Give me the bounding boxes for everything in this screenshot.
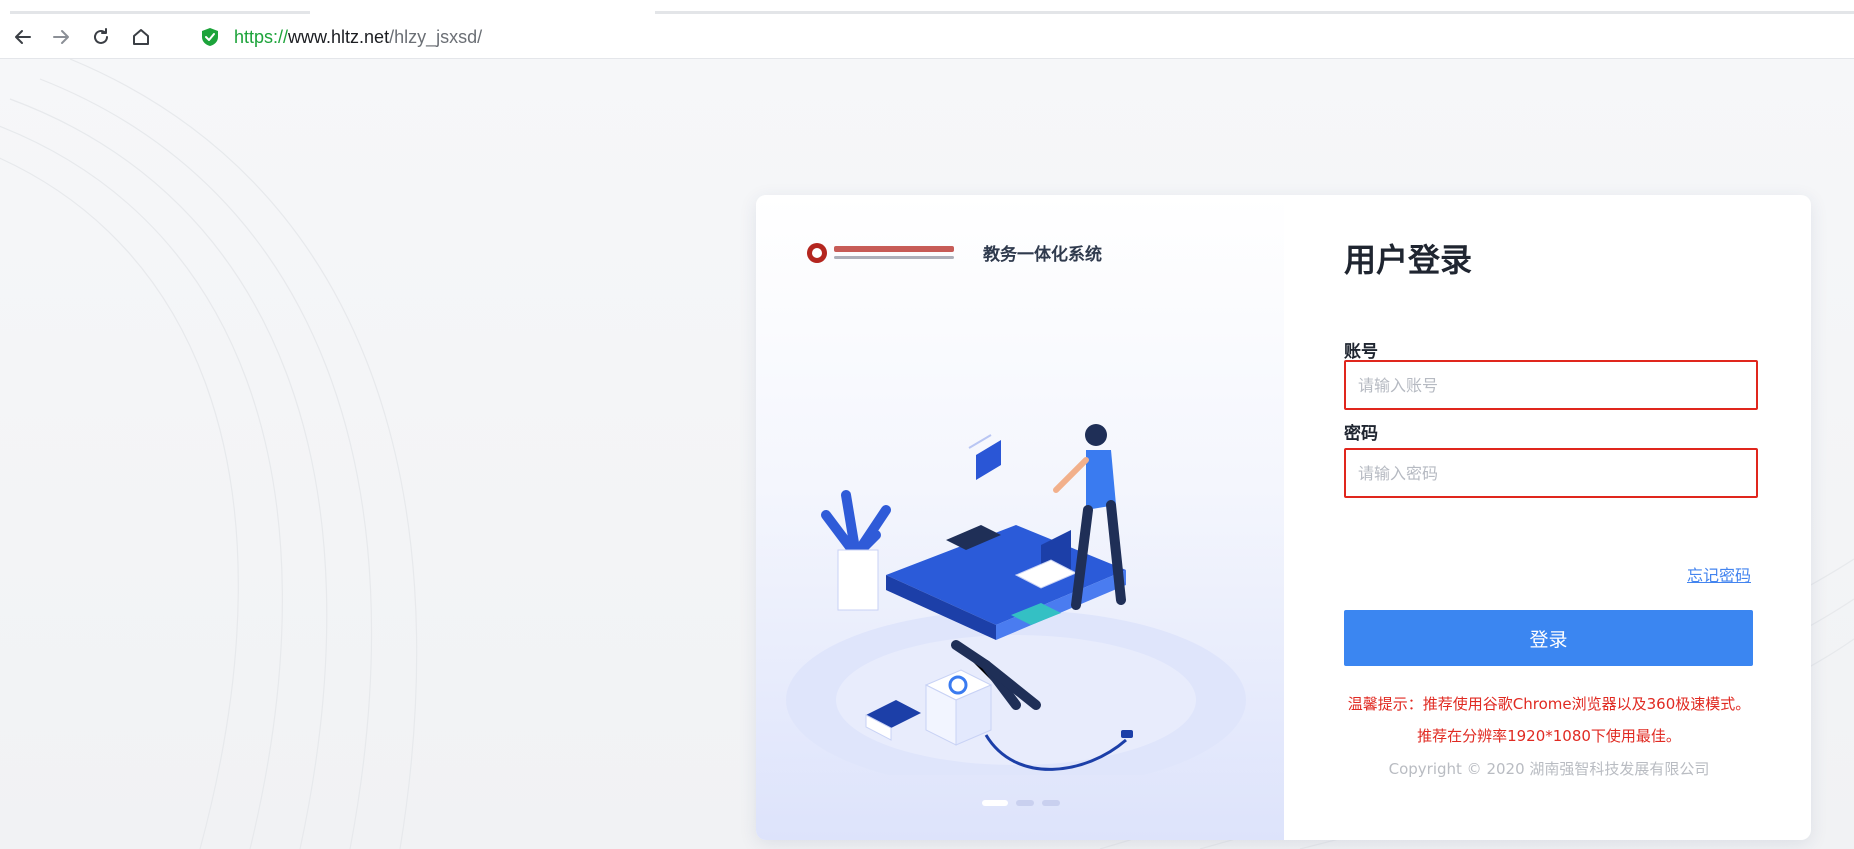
password-field[interactable] [1344, 448, 1758, 498]
browser-toolbar: https://www.hltz.net/hlzy_jsxsd/ [0, 14, 1854, 59]
forward-icon[interactable] [48, 24, 74, 50]
login-form: 用户登录 账号 密码 忘记密码 登录 温馨提示：推荐使用谷歌Chrome浏览器以… [1284, 195, 1811, 840]
system-name: 教务一体化系统 [983, 245, 1102, 265]
resolution-tip: 推荐在分辨率1920*1080下使用最佳。 [1417, 727, 1681, 745]
shield-icon [202, 28, 218, 46]
account-label: 账号 [1344, 342, 1378, 362]
account-input[interactable] [1346, 362, 1756, 408]
password-label: 密码 [1344, 424, 1378, 444]
url-host: www.hltz.net [288, 26, 390, 47]
address-bar[interactable]: https://www.hltz.net/hlzy_jsxsd/ [200, 26, 1700, 48]
copyright: Copyright © 2020 湖南强智科技发展有限公司 [1388, 760, 1710, 778]
login-card: 教务一体化系统 用户登录 账号 请输入账号 密码 忘记密码 登录 温馨提示：推荐… [756, 195, 1811, 840]
login-title: 用户登录 [1344, 241, 1473, 279]
account-field[interactable] [1344, 360, 1758, 410]
url-scheme: https:// [234, 26, 289, 47]
carousel-dot-3[interactable] [1042, 800, 1060, 806]
login-button[interactable]: 登录 [1344, 610, 1753, 666]
back-icon[interactable] [10, 24, 36, 50]
browser-tip: 温馨提示：推荐使用谷歌Chrome浏览器以及360极速模式。 [1347, 695, 1751, 713]
university-logo [807, 242, 954, 263]
workspace-illustration [786, 424, 1246, 775]
url-path: /hlzy_jsxsd/ [389, 26, 483, 47]
carousel-dots [982, 800, 1060, 806]
home-icon[interactable] [128, 24, 154, 50]
password-input[interactable] [1346, 450, 1756, 496]
brand: 教务一体化系统 [806, 240, 1102, 265]
carousel-dot-2[interactable] [1016, 800, 1034, 806]
reload-icon[interactable] [88, 24, 114, 50]
tab-strip [0, 0, 1854, 14]
forgot-password-link[interactable]: 忘记密码 [1687, 562, 1751, 586]
carousel-dot-1[interactable] [982, 800, 1008, 806]
promo-panel: 教务一体化系统 [756, 195, 1284, 840]
